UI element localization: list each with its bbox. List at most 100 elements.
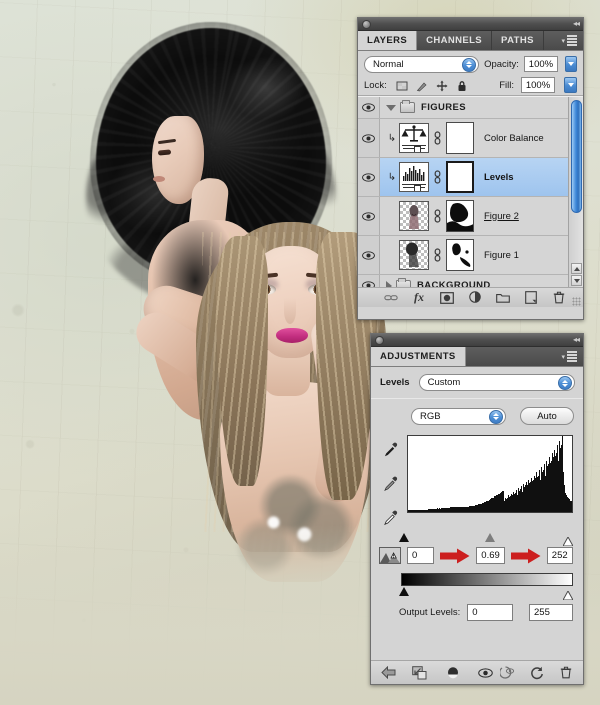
output-shadow-handle[interactable] xyxy=(399,587,410,596)
input-highlight-field[interactable]: 252 xyxy=(546,547,573,564)
input-midtone-field[interactable]: 0.69 xyxy=(476,547,505,564)
visibility-toggle-color-balance[interactable] xyxy=(358,119,380,157)
return-to-adjustment-list-icon[interactable] xyxy=(381,665,396,680)
link-layers-icon[interactable] xyxy=(384,291,398,305)
tab-channels[interactable]: CHANNELS xyxy=(417,31,493,50)
fill-input[interactable]: 100% xyxy=(521,77,555,93)
layer-row-figures-group[interactable]: FIGURES xyxy=(358,97,583,119)
output-highlight-field[interactable]: 255 xyxy=(529,604,573,621)
delete-adjustment-icon[interactable] xyxy=(558,665,573,680)
visibility-toggle-levels[interactable] xyxy=(358,158,380,196)
lock-all-icon[interactable] xyxy=(456,79,468,91)
figure-2-lips xyxy=(276,328,308,343)
lock-row: Lock: Fill: 100% xyxy=(358,76,583,96)
visibility-toggle-background[interactable] xyxy=(358,275,380,287)
layer-mask-link-icon[interactable] xyxy=(433,170,442,184)
layer-name-figure-2: Figure 2 xyxy=(484,210,519,222)
levels-histogram[interactable] xyxy=(407,435,573,513)
reset-adjustment-icon[interactable] xyxy=(529,665,544,680)
channel-select[interactable]: RGB xyxy=(411,407,506,425)
visibility-toggle-figure-2[interactable] xyxy=(358,197,380,235)
output-shadow-field[interactable]: 0 xyxy=(467,604,514,621)
tab-adjustments[interactable]: ADJUSTMENTS xyxy=(371,347,466,366)
output-levels-gradient xyxy=(401,573,573,586)
input-levels-slider[interactable] xyxy=(399,533,574,547)
panel-menu-icon[interactable]: ▾ xyxy=(555,347,583,366)
set-gray-point-eyedropper-icon[interactable] xyxy=(382,475,399,497)
input-highlight-handle[interactable] xyxy=(561,533,574,547)
collapse-panel-icon[interactable]: ◂◂ xyxy=(573,20,580,28)
layer-mask-thumbnail-figure-2[interactable] xyxy=(446,200,474,232)
scrollbar-thumb[interactable] xyxy=(571,100,582,213)
scroll-down-button[interactable] xyxy=(571,275,582,286)
fill-dropdown-icon[interactable] xyxy=(564,77,577,93)
clip-to-layer-icon[interactable] xyxy=(445,665,460,680)
layer-row-figure-2[interactable]: Figure 2 xyxy=(358,197,583,236)
panel-resize-grip[interactable] xyxy=(572,297,581,306)
opacity-input[interactable]: 100% xyxy=(523,56,558,72)
visibility-toggle-figure-1[interactable] xyxy=(358,236,380,274)
group-folder-icon xyxy=(400,100,415,113)
layers-panel-titlebar[interactable]: ◂◂ xyxy=(358,18,583,31)
histogram-row xyxy=(371,431,583,531)
layer-mask-link-icon[interactable] xyxy=(433,209,442,223)
toggle-layer-visibility-icon[interactable] xyxy=(478,665,493,680)
panel-menu-icon[interactable]: ▾ xyxy=(555,31,583,50)
view-previous-state-icon[interactable] xyxy=(500,665,515,680)
channel-stepper-icon[interactable] xyxy=(489,409,503,424)
color-balance-scales-icon[interactable] xyxy=(399,123,429,153)
scroll-up-button[interactable] xyxy=(571,263,582,274)
layer-thumbnail-figure-1[interactable] xyxy=(399,240,429,270)
auto-button[interactable]: Auto xyxy=(520,407,574,425)
tab-paths[interactable]: PATHS xyxy=(492,31,544,50)
new-fill-adjustment-layer-icon[interactable] xyxy=(468,291,482,305)
input-levels-row: 0 0.69 252 xyxy=(371,544,583,564)
layers-list[interactable]: FIGURES ↳ Color Balance ↳ Levels Figure … xyxy=(358,96,583,287)
new-group-icon[interactable] xyxy=(496,291,510,305)
layer-row-figure-1[interactable]: Figure 1 xyxy=(358,236,583,275)
adjustment-thumb-slider-icon xyxy=(402,184,426,191)
levels-histogram-icon[interactable] xyxy=(399,162,429,192)
lock-transparent-pixels-icon[interactable] xyxy=(396,79,408,91)
figure-2-nose xyxy=(284,298,296,324)
layer-row-levels[interactable]: ↳ Levels xyxy=(358,158,583,197)
adjustments-panel-titlebar[interactable]: ◂◂ xyxy=(371,334,583,347)
set-white-point-eyedropper-icon[interactable] xyxy=(382,509,399,531)
adjustment-name-label: Levels xyxy=(380,377,410,388)
collapse-panel-icon[interactable]: ◂◂ xyxy=(573,336,580,344)
disclosure-triangle-figures-icon[interactable] xyxy=(386,104,396,111)
input-shadow-handle[interactable] xyxy=(399,533,410,542)
panel-close-dot-icon[interactable] xyxy=(362,19,371,29)
visibility-toggle-figures[interactable] xyxy=(358,97,380,118)
set-black-point-eyedropper-icon[interactable] xyxy=(382,441,399,463)
tab-layers[interactable]: LAYERS xyxy=(358,31,418,50)
blend-mode-stepper-icon[interactable] xyxy=(462,57,477,72)
new-layer-icon[interactable] xyxy=(524,291,538,305)
output-levels-slider[interactable] xyxy=(399,587,574,601)
expand-view-icon[interactable] xyxy=(412,665,427,680)
lock-position-icon[interactable] xyxy=(436,79,448,92)
layer-thumbnail-figure-2[interactable] xyxy=(399,201,429,231)
layer-mask-thumbnail-color-balance[interactable] xyxy=(446,122,474,154)
layer-style-fx-icon[interactable]: fx xyxy=(412,290,426,305)
preset-select[interactable]: Custom xyxy=(418,374,575,391)
blend-mode-select[interactable]: Normal xyxy=(364,55,480,73)
preset-stepper-icon[interactable] xyxy=(558,376,572,390)
input-midtone-handle[interactable] xyxy=(485,533,496,542)
layer-mask-thumbnail-levels[interactable] xyxy=(446,161,474,193)
layer-mask-link-icon[interactable] xyxy=(433,131,442,145)
layer-mask-thumbnail-figure-1[interactable] xyxy=(446,239,474,271)
lock-image-pixels-icon[interactable] xyxy=(416,79,428,92)
delete-layer-icon[interactable] xyxy=(552,291,566,305)
layer-row-color-balance[interactable]: ↳ Color Balance xyxy=(358,119,583,158)
adjustment-thumb-slider-icon xyxy=(402,145,426,152)
add-layer-mask-icon[interactable] xyxy=(440,291,454,305)
layers-vertical-scrollbar[interactable] xyxy=(568,97,583,287)
output-highlight-handle[interactable] xyxy=(561,587,574,601)
layer-mask-link-icon[interactable] xyxy=(433,248,442,262)
input-shadow-field[interactable]: 0 xyxy=(407,547,435,564)
panel-close-dot-icon[interactable] xyxy=(375,335,384,345)
layer-row-background-group[interactable]: BACKGROUND xyxy=(358,275,583,287)
layer-name-background: BACKGROUND xyxy=(417,280,491,287)
opacity-dropdown-icon[interactable] xyxy=(564,56,577,72)
